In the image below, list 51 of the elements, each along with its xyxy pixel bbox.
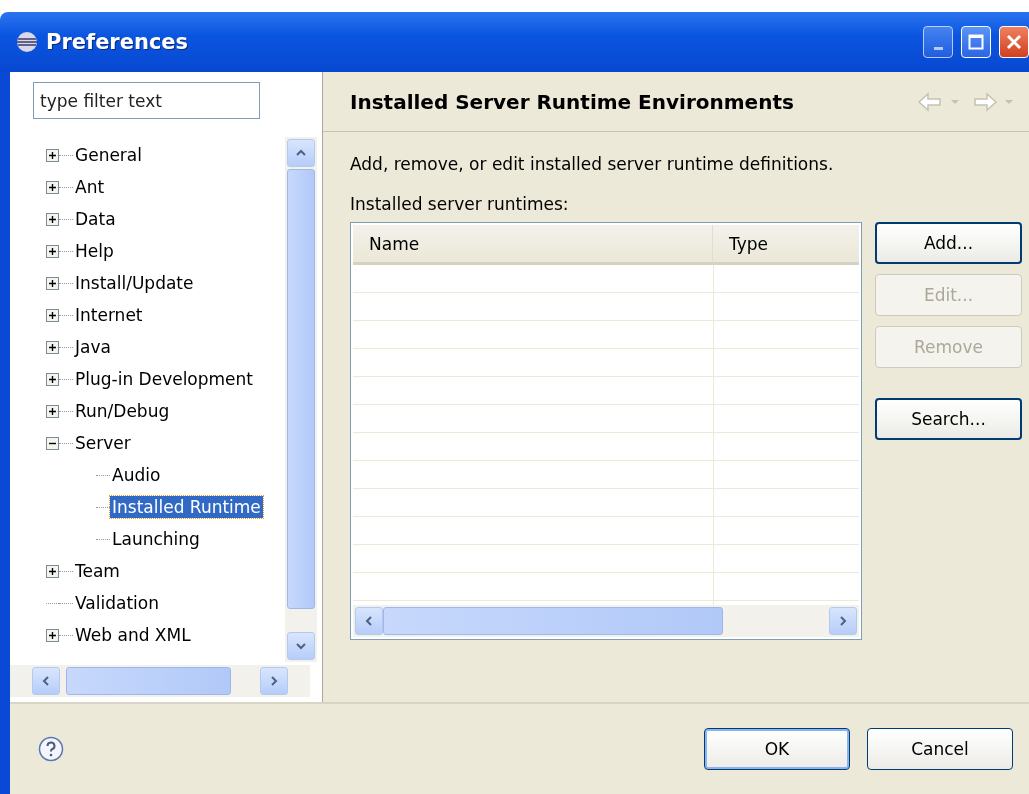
description-text: Add, remove, or edit installed server runtime definitions. <box>350 154 835 174</box>
horizontal-scrollbar[interactable] <box>353 605 859 637</box>
close-icon <box>1006 34 1022 50</box>
action-button[interactable]: Search... <box>875 398 1022 440</box>
expand-icon[interactable] <box>46 308 59 322</box>
tree-item[interactable]: Java <box>73 336 113 358</box>
expand-icon[interactable] <box>46 212 59 226</box>
tree-item[interactable]: Plug-in Development <box>73 368 256 390</box>
tree-item[interactable]: Install/Update <box>73 272 196 294</box>
window-title: Preferences <box>46 30 190 54</box>
runtimes-table[interactable]: Name Type <box>350 222 862 640</box>
tree-item[interactable]: Audio <box>110 464 163 486</box>
horizontal-scrollbar[interactable] <box>10 665 310 697</box>
minimize-icon <box>933 46 943 50</box>
tree-item[interactable]: Help <box>73 240 116 262</box>
close-button[interactable] <box>999 26 1029 58</box>
maximize-button[interactable] <box>961 26 991 58</box>
vertical-scrollbar[interactable] <box>285 137 317 662</box>
table-label: Installed server runtimes: <box>350 194 570 214</box>
maximize-icon <box>968 34 984 50</box>
expand-icon[interactable] <box>46 628 59 642</box>
expand-icon[interactable] <box>46 180 59 194</box>
filter-field[interactable]: type filter text <box>33 82 260 119</box>
expand-icon[interactable] <box>46 276 59 290</box>
tree-item[interactable]: Server <box>73 432 133 454</box>
expand-icon[interactable] <box>46 372 59 386</box>
expand-icon[interactable] <box>46 148 59 162</box>
column-header[interactable]: Name <box>353 225 713 262</box>
tree-item[interactable]: Web and XML <box>73 624 193 646</box>
expand-icon[interactable] <box>46 340 59 354</box>
dialog-button[interactable]: OK <box>704 728 850 770</box>
action-button[interactable]: Add... <box>875 222 1022 264</box>
tree-item[interactable]: Validation <box>73 592 161 614</box>
tree-item[interactable]: Installed Runtime <box>110 496 263 518</box>
minimize-button[interactable] <box>923 26 953 58</box>
expand-icon[interactable] <box>46 564 59 578</box>
tree-item[interactable]: Data <box>73 208 118 230</box>
help-icon[interactable] <box>38 736 64 762</box>
page-title: Installed Server Runtime Environments <box>350 89 795 114</box>
tree-item[interactable]: Team <box>73 560 122 582</box>
tree-item[interactable]: Ant <box>73 176 107 198</box>
collapse-icon[interactable] <box>46 436 59 450</box>
expand-icon[interactable] <box>46 404 59 418</box>
globe-icon <box>16 31 38 53</box>
tree-item[interactable]: Run/Debug <box>73 400 172 422</box>
tree-item[interactable]: Launching <box>110 528 202 550</box>
tree-item[interactable]: Internet <box>73 304 145 326</box>
dialog-button[interactable]: Cancel <box>867 728 1013 770</box>
tree-item[interactable]: General <box>73 144 144 166</box>
column-header[interactable]: Type <box>713 225 858 262</box>
expand-icon[interactable] <box>46 244 59 258</box>
